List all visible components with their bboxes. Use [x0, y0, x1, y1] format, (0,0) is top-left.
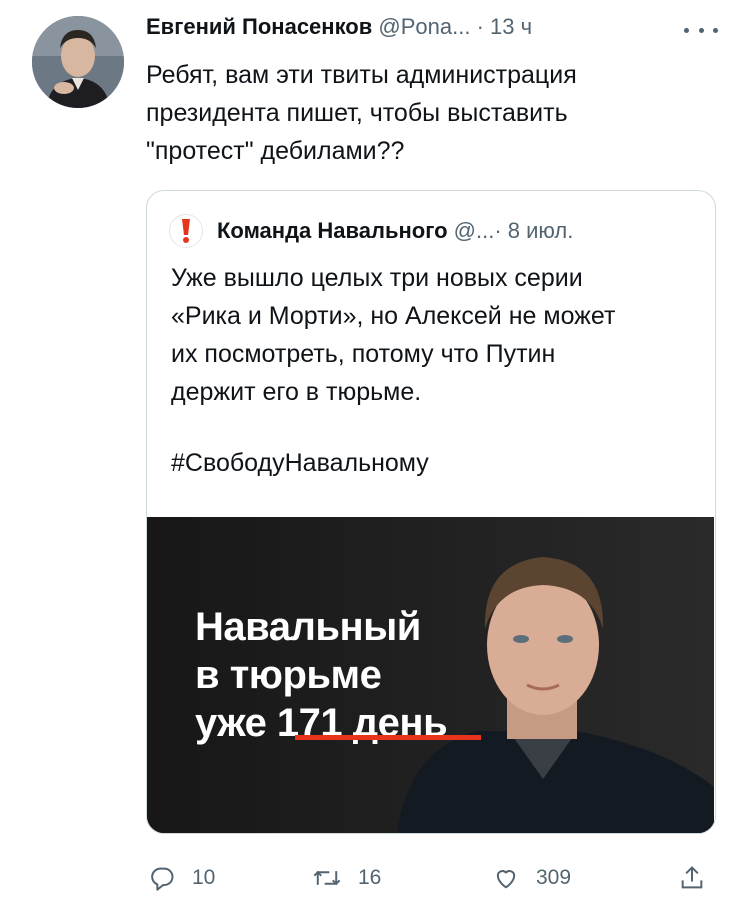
tweet-text-line: президента пишет, чтобы выставить	[146, 99, 568, 127]
like-count: 309	[536, 866, 572, 889]
quoted-tweet-media[interactable]: Навальный в тюрьме уже 171 день	[147, 517, 714, 833]
tweet-text-line: "протест" дебилами??	[146, 137, 405, 165]
like-button[interactable]: 309	[492, 858, 571, 898]
quoted-text-line: «Рика и Морти», но Алексей не может	[171, 302, 616, 330]
share-button[interactable]	[678, 858, 722, 898]
retweet-button[interactable]: 16	[312, 858, 381, 898]
media-caption-line: в тюрьме	[195, 653, 382, 697]
hashtag-link[interactable]: #СвободуНавальному	[171, 449, 429, 478]
quoted-text-line: Уже вышло целых три новых серии	[171, 264, 583, 292]
tweet-header: Евгений Понасенков @Pona... · 13 ч	[146, 14, 730, 50]
tweet-action-bar: 10 16 309	[146, 858, 726, 898]
retweet-icon	[313, 870, 341, 886]
quoted-tweet-card[interactable]: Команда Навального @... · 8 июл. Уже выш…	[146, 190, 716, 834]
quoted-tweet-date[interactable]: · 8 июл.	[494, 218, 573, 244]
author-name[interactable]: Евгений Понасенков	[146, 14, 372, 39]
tweet-text-line: Ребят, вам эти твиты администрация	[146, 61, 577, 89]
reply-count: 10	[192, 866, 216, 889]
author-avatar[interactable]	[32, 16, 124, 108]
red-underline	[295, 735, 481, 740]
quoted-tweet-text: Уже вышло целых три новых серии «Рика и …	[171, 259, 701, 411]
media-caption-line: Навальный	[195, 605, 421, 649]
quoted-text-line: держит его в тюрьме.	[171, 378, 422, 406]
retweet-count: 16	[358, 866, 382, 889]
quoted-author-avatar[interactable]	[169, 214, 203, 248]
avatar-image	[32, 16, 124, 108]
tweet-time[interactable]: · 13 ч	[477, 14, 532, 39]
quoted-tweet-header: Команда Навального @... · 8 июл.	[169, 213, 701, 249]
tweet-text: Ребят, вам эти твиты администрация прези…	[146, 56, 706, 170]
heart-icon	[496, 870, 516, 889]
media-caption: Навальный в тюрьме уже 171 день	[195, 603, 448, 747]
reply-button[interactable]: 10	[148, 858, 215, 898]
author-handle[interactable]: @Pona...	[378, 14, 470, 39]
quoted-text-line: их посмотреть, потому что Путин	[171, 340, 556, 368]
reply-icon	[151, 867, 174, 891]
more-options-icon[interactable]	[684, 20, 718, 40]
quoted-author-handle[interactable]: @...	[454, 218, 495, 244]
exclamation-logo-icon	[182, 219, 190, 243]
share-icon	[681, 866, 703, 889]
quoted-author-name[interactable]: Команда Навального	[217, 218, 448, 244]
